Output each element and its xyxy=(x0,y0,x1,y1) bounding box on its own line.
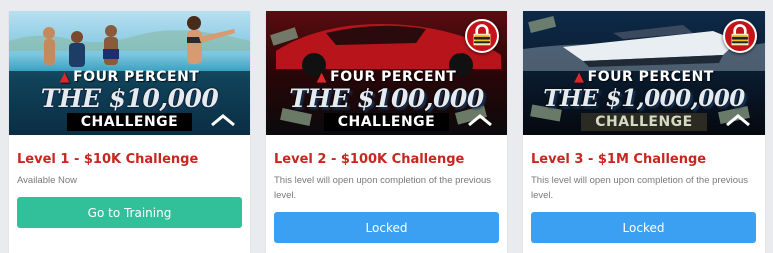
banner-headline: THE $1,000,000 xyxy=(543,85,745,112)
banner-subtitle: CHALLENGE xyxy=(323,113,450,131)
card-title: Level 1 - $10K Challenge xyxy=(17,152,199,167)
brand-label: ▲ FOUR PERCENT xyxy=(316,69,457,85)
banner-headline: THE $10,000 xyxy=(40,84,219,113)
chevron-up-icon xyxy=(211,114,235,127)
card-description: This level will open upon completion of … xyxy=(531,175,749,201)
locked-button[interactable]: Locked xyxy=(274,212,499,243)
banner-level-1: ▲ FOUR PERCENT THE $10,000 CHALLENGE xyxy=(9,11,250,135)
challenge-card-level-2: ▲ FOUR PERCENT THE $100,000 CHALLENGE Lev… xyxy=(266,11,507,253)
banner-headline: THE $100,000 xyxy=(289,84,484,113)
chevron-up-icon xyxy=(468,114,492,127)
brand-label: ▲ FOUR PERCENT xyxy=(574,69,714,85)
locked-button[interactable]: Locked xyxy=(531,212,756,243)
challenge-card-level-3: ▲ FOUR PERCENT THE $1,000,000 CHALLENGE L… xyxy=(523,11,765,253)
brand-label: ▲ FOUR PERCENT xyxy=(59,69,200,85)
padlock-icon xyxy=(465,19,499,53)
padlock-icon xyxy=(723,19,757,53)
go-to-training-button[interactable]: Go to Training xyxy=(17,197,242,228)
challenge-card-level-1: ▲ FOUR PERCENT THE $10,000 CHALLENGE Leve… xyxy=(9,11,250,253)
banner-level-3: ▲ FOUR PERCENT THE $1,000,000 CHALLENGE xyxy=(523,11,765,135)
card-title: Level 3 - $1M Challenge xyxy=(531,152,707,167)
chevron-up-icon xyxy=(726,114,750,127)
card-description: This level will open upon completion of … xyxy=(274,175,492,201)
banner-level-2: ▲ FOUR PERCENT THE $100,000 CHALLENGE xyxy=(266,11,507,135)
banner-subtitle: CHALLENGE xyxy=(66,113,193,131)
card-title: Level 2 - $100K Challenge xyxy=(274,152,465,167)
banner-subtitle: CHALLENGE xyxy=(581,113,707,131)
card-description: Available Now xyxy=(17,175,78,186)
